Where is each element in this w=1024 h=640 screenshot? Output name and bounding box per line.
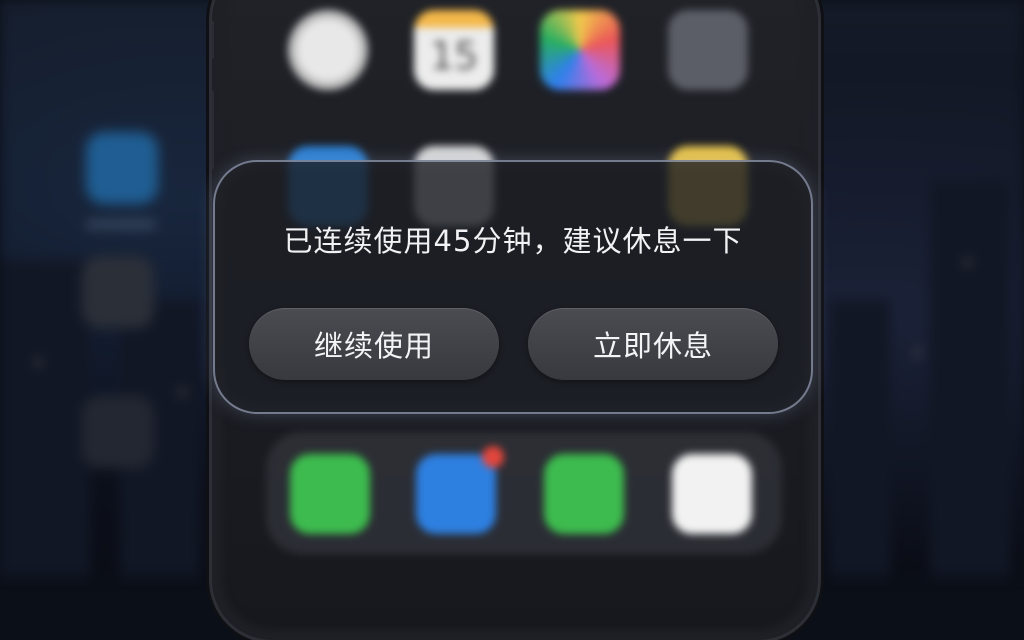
bg-light xyxy=(180,390,185,395)
music-icon[interactable] xyxy=(672,454,752,534)
continue-using-button[interactable]: 继续使用 xyxy=(249,308,499,380)
phone-icon[interactable] xyxy=(290,454,370,534)
app-label: ​ xyxy=(285,100,371,118)
bg-building xyxy=(830,300,890,576)
messages-icon[interactable] xyxy=(544,454,624,534)
bg-building xyxy=(0,260,90,576)
bg-light xyxy=(965,260,970,265)
bg-building xyxy=(930,180,1010,576)
dialog-message: 已连续使用45分钟，建议休息一下 xyxy=(283,224,743,258)
bg-light xyxy=(36,360,41,365)
bg-app-label xyxy=(86,220,156,229)
bg-phone-app-icon xyxy=(82,396,154,468)
calendar-day: 15 xyxy=(429,34,479,78)
rest-now-button[interactable]: 立即休息 xyxy=(528,308,778,380)
dock xyxy=(266,432,782,554)
side-button xyxy=(212,20,214,60)
side-button xyxy=(212,90,214,170)
bg-photo-app-icon xyxy=(82,256,154,328)
photos-icon[interactable] xyxy=(540,10,620,90)
clock-icon[interactable] xyxy=(288,10,368,90)
notification-badge xyxy=(482,446,504,468)
calendar-icon[interactable]: 15 xyxy=(414,10,494,90)
break-reminder-dialog: 已连续使用45分钟，建议休息一下 继续使用 立即休息 xyxy=(213,160,813,414)
appstore-icon[interactable] xyxy=(416,446,504,534)
bg-phone-app-icon xyxy=(86,132,158,204)
bg-light xyxy=(915,350,920,355)
camera-icon[interactable] xyxy=(668,10,748,90)
